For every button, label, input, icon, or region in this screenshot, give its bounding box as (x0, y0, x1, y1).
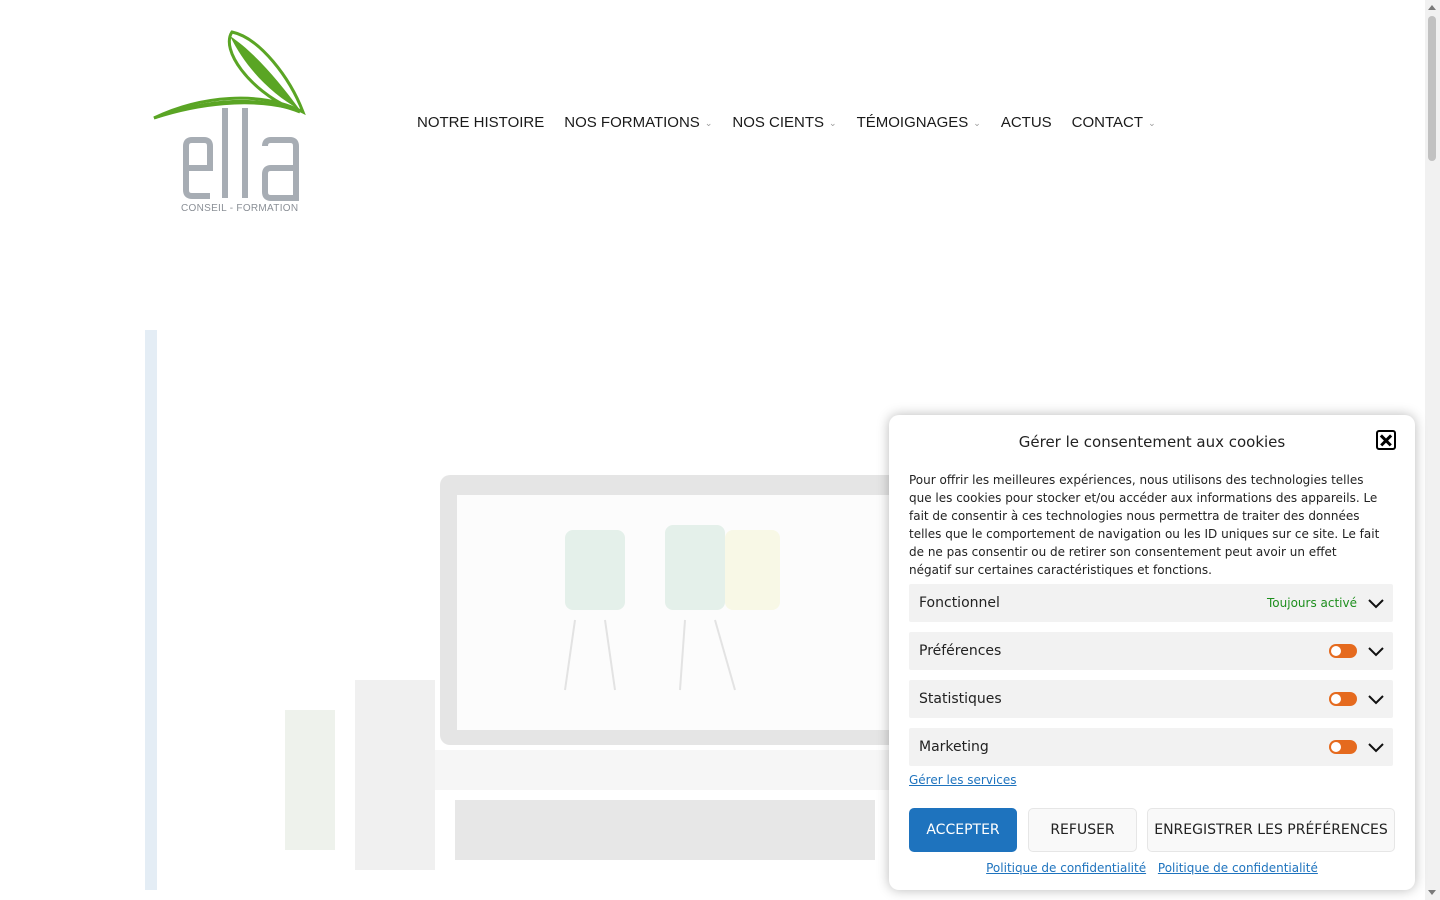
accept-button[interactable]: ACCEPTER (909, 808, 1017, 852)
chevron-down-icon[interactable] (1367, 642, 1385, 660)
chevron-down-icon[interactable] (1367, 738, 1385, 756)
scroll-thumb[interactable] (1428, 16, 1436, 161)
category-marketing[interactable]: Marketing (909, 728, 1393, 766)
always-active-status: Toujours activé (1267, 596, 1357, 610)
privacy-policy-link[interactable]: Politique de confidentialité (1158, 861, 1318, 875)
main-nav: NOTRE HISTOIRE NOS FORMATIONS ⌄ NOS CIEN… (417, 114, 1156, 131)
nav-actus[interactable]: ACTUS (1001, 114, 1052, 131)
nav-label: NOS CIENTS (732, 114, 825, 131)
nav-label: ACTUS (1000, 114, 1052, 131)
chevron-down-icon[interactable] (1367, 690, 1385, 708)
category-label: Statistiques (919, 691, 1002, 707)
scroll-down-icon[interactable] (1428, 890, 1436, 895)
marketing-toggle[interactable] (1329, 740, 1357, 754)
site-logo[interactable]: CONSEIL - FORMATION (150, 28, 310, 223)
page-scrollbar[interactable] (1425, 0, 1440, 900)
category-label: Marketing (919, 739, 989, 755)
nav-nos-formations[interactable]: NOS FORMATIONS ⌄ (564, 114, 712, 131)
save-preferences-button[interactable]: ENREGISTRER LES PRÉFÉRENCES (1147, 808, 1395, 852)
cookie-description: Pour offrir les meilleures expériences, … (909, 473, 1380, 577)
chevron-down-icon[interactable] (1367, 594, 1385, 612)
nav-label: NOTRE HISTOIRE (417, 114, 545, 131)
category-fonctionnel[interactable]: Fonctionnel Toujours activé (909, 584, 1393, 622)
category-statistiques[interactable]: Statistiques (909, 680, 1393, 718)
chevron-down-icon: ⌄ (704, 118, 713, 128)
hero-image (145, 330, 910, 890)
nav-label: NOS FORMATIONS (564, 114, 700, 131)
policy-links: Politique de confidentialité Politique d… (889, 861, 1415, 875)
logo-leaf-icon (153, 30, 306, 201)
cookie-title: Gérer le consentement aux cookies (1018, 433, 1286, 451)
nav-temoignages[interactable]: TÉMOIGNAGES ⌄ (857, 114, 981, 131)
privacy-policy-link[interactable]: Politique de confidentialité (986, 861, 1146, 875)
nav-notre-histoire[interactable]: NOTRE HISTOIRE (417, 114, 544, 131)
nav-label: CONTACT (1071, 114, 1144, 131)
refuse-button[interactable]: REFUSER (1028, 808, 1137, 852)
category-label: Fonctionnel (919, 595, 1000, 611)
category-preferences[interactable]: Préférences (909, 632, 1393, 670)
chevron-down-icon: ⌄ (829, 118, 837, 128)
nav-nos-cients[interactable]: NOS CIENTS ⌄ (732, 114, 836, 131)
preferences-toggle[interactable] (1329, 644, 1357, 658)
nav-contact[interactable]: CONTACT ⌄ (1072, 114, 1156, 131)
chevron-down-icon: ⌄ (1148, 118, 1156, 128)
category-label: Préférences (919, 643, 1002, 659)
logo-subtitle: CONSEIL - FORMATION (181, 203, 299, 214)
nav-label: TÉMOIGNAGES (856, 114, 969, 131)
chevron-down-icon: ⌄ (973, 118, 981, 128)
scroll-up-icon[interactable] (1428, 5, 1436, 10)
manage-services-link[interactable]: Gérer les services (909, 773, 1017, 787)
cookie-consent-dialog: Gérer le consentement aux cookies Pour o… (889, 415, 1415, 890)
statistiques-toggle[interactable] (1329, 692, 1357, 706)
close-icon[interactable] (1376, 430, 1396, 450)
